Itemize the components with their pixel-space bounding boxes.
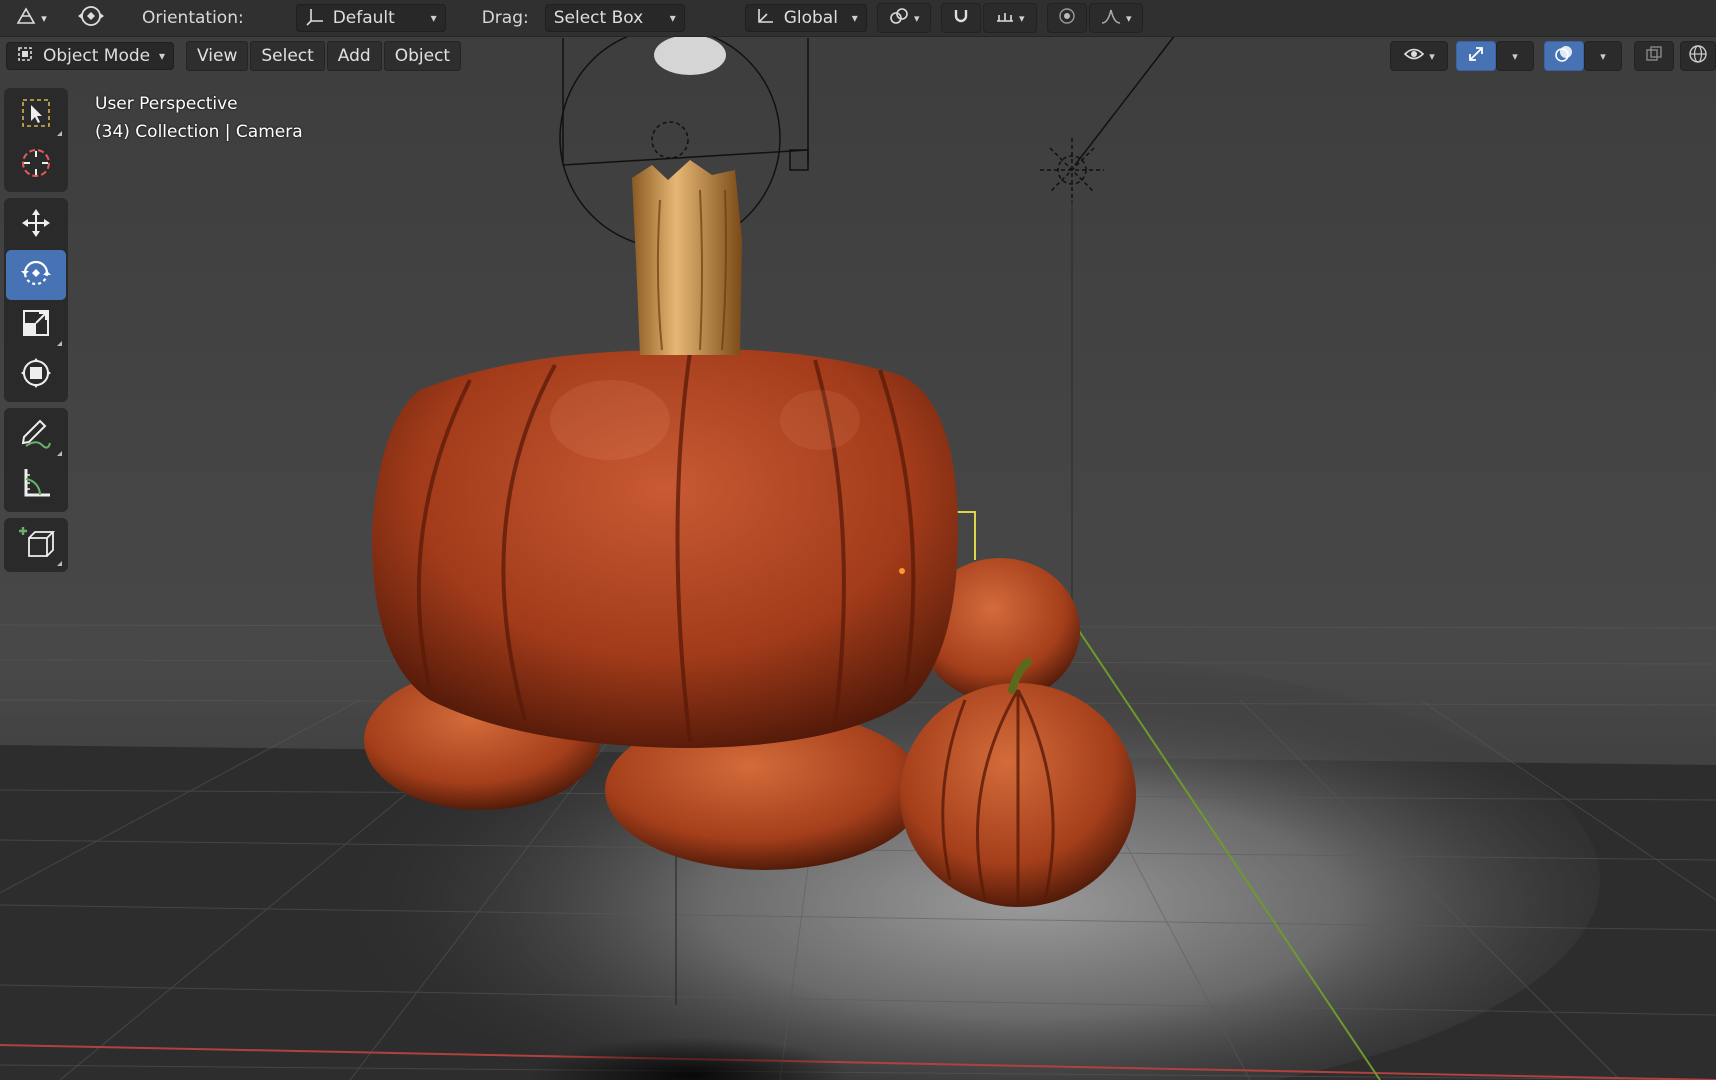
tool-group-add bbox=[4, 518, 68, 572]
menu-select[interactable]: Select bbox=[250, 41, 325, 71]
drag-dropdown[interactable]: Select Box ▾ bbox=[544, 4, 685, 32]
increment-icon bbox=[995, 7, 1015, 30]
overlays-toggle[interactable] bbox=[1544, 41, 1584, 71]
tool-cursor[interactable] bbox=[6, 140, 66, 190]
proportional-editing-toggle[interactable] bbox=[1046, 3, 1087, 33]
drag-label: Drag: bbox=[481, 8, 529, 28]
tool-group-annotate bbox=[4, 408, 68, 512]
tool-variants-indicator bbox=[57, 341, 62, 346]
select-box-icon bbox=[19, 96, 53, 135]
rotate-icon bbox=[18, 255, 54, 296]
chevron-down-icon: ▾ bbox=[1600, 49, 1606, 63]
tool-scale[interactable] bbox=[6, 300, 66, 350]
menu-add[interactable]: Add bbox=[326, 41, 382, 71]
tool-move[interactable] bbox=[6, 200, 66, 250]
menu-view[interactable]: View bbox=[186, 41, 249, 71]
tool-measure[interactable] bbox=[6, 460, 66, 510]
scene-render bbox=[0, 27, 1716, 1080]
snap-target-dropdown[interactable]: ▾ bbox=[982, 3, 1037, 33]
gizmo-dropdown[interactable]: ▾ bbox=[1496, 41, 1534, 71]
overlays-icon bbox=[1554, 44, 1574, 69]
move-icon bbox=[18, 205, 54, 246]
snap-toggle[interactable] bbox=[940, 3, 981, 33]
tool-transform[interactable] bbox=[6, 350, 66, 400]
chevron-down-icon: ▾ bbox=[158, 49, 165, 63]
chevron-down-icon: ▾ bbox=[1429, 49, 1435, 63]
chevron-down-icon: ▾ bbox=[1018, 11, 1025, 25]
chevron-down-icon: ▾ bbox=[1125, 11, 1132, 25]
mode-value: Object Mode bbox=[43, 46, 151, 66]
add-cube-icon bbox=[17, 524, 56, 567]
global-axes-icon bbox=[754, 5, 776, 32]
xray-icon bbox=[1644, 44, 1664, 69]
proportional-editing-icon bbox=[1057, 6, 1077, 31]
transform-pivot-button[interactable] bbox=[68, 4, 114, 32]
object-type-dropdown[interactable]: ▾ bbox=[4, 4, 58, 32]
mode-dropdown[interactable]: Object Mode ▾ bbox=[6, 42, 174, 70]
tool-group-select bbox=[4, 88, 68, 192]
collection-info: (34) Collection | Camera bbox=[95, 122, 303, 142]
menu-object[interactable]: Object bbox=[383, 41, 462, 71]
link-icon bbox=[888, 6, 910, 31]
pivot-icon bbox=[76, 3, 106, 34]
measure-icon bbox=[18, 465, 54, 506]
visibility-dropdown[interactable]: ▾ bbox=[1390, 41, 1448, 71]
3d-viewport[interactable] bbox=[0, 0, 1716, 1080]
tool-shelf bbox=[4, 88, 68, 578]
tool-rotate[interactable] bbox=[6, 250, 66, 300]
drag-value: Select Box bbox=[553, 8, 644, 28]
chevron-down-icon: ▾ bbox=[851, 11, 858, 25]
annotate-pencil-icon bbox=[18, 415, 54, 456]
transform-orientation-dropdown[interactable]: Global ▾ bbox=[744, 4, 867, 32]
chevron-down-icon: ▾ bbox=[41, 11, 47, 25]
orientation-label: Orientation: bbox=[142, 8, 244, 28]
xray-toggle[interactable] bbox=[1634, 41, 1674, 71]
view-name: User Perspective bbox=[95, 94, 238, 114]
chevron-down-icon: ▾ bbox=[669, 11, 676, 25]
tool-variants-indicator bbox=[57, 451, 62, 456]
tool-annotate[interactable] bbox=[6, 410, 66, 460]
magnet-icon bbox=[951, 6, 971, 31]
orientation-dropdown[interactable]: Default ▾ bbox=[295, 4, 446, 32]
chevron-down-icon: ▾ bbox=[913, 11, 920, 25]
viewport-info-overlay: User Perspective (34) Collection | Camer… bbox=[95, 90, 303, 146]
scale-icon bbox=[19, 306, 53, 345]
tool-variants-indicator bbox=[57, 131, 62, 136]
gizmo-toggle[interactable] bbox=[1456, 41, 1496, 71]
gizmo-icon bbox=[1466, 44, 1486, 69]
viewport-header: Object Mode ▾ View Select Add Object ▾ ▾… bbox=[0, 38, 1716, 74]
falloff-curve-icon bbox=[1100, 7, 1122, 30]
transform-icon bbox=[18, 355, 54, 396]
wireframe-sphere-icon bbox=[1688, 44, 1708, 69]
axes-icon bbox=[305, 6, 325, 31]
orientation-value: Default bbox=[332, 8, 395, 28]
tool-settings-header: ▾ Orientation: Default ▾ Drag: Select Bo… bbox=[0, 0, 1716, 37]
wireframe-shading-button[interactable] bbox=[1680, 41, 1716, 71]
falloff-dropdown[interactable]: ▾ bbox=[1088, 3, 1143, 33]
transform-space-value: Global bbox=[783, 8, 838, 28]
tool-group-transform bbox=[4, 198, 68, 402]
pivot-point-dropdown[interactable]: ▾ bbox=[876, 3, 931, 33]
chevron-down-icon: ▾ bbox=[1512, 49, 1518, 63]
tool-add-cube[interactable] bbox=[6, 520, 66, 570]
cursor-icon bbox=[18, 145, 54, 186]
tool-select-box[interactable] bbox=[6, 90, 66, 140]
object-mode-icon bbox=[15, 44, 35, 69]
tool-variants-indicator bbox=[57, 561, 62, 566]
mesh-icon bbox=[15, 5, 37, 32]
overlays-dropdown[interactable]: ▾ bbox=[1584, 41, 1622, 71]
chevron-down-icon: ▾ bbox=[430, 11, 437, 25]
eye-icon bbox=[1403, 45, 1425, 68]
